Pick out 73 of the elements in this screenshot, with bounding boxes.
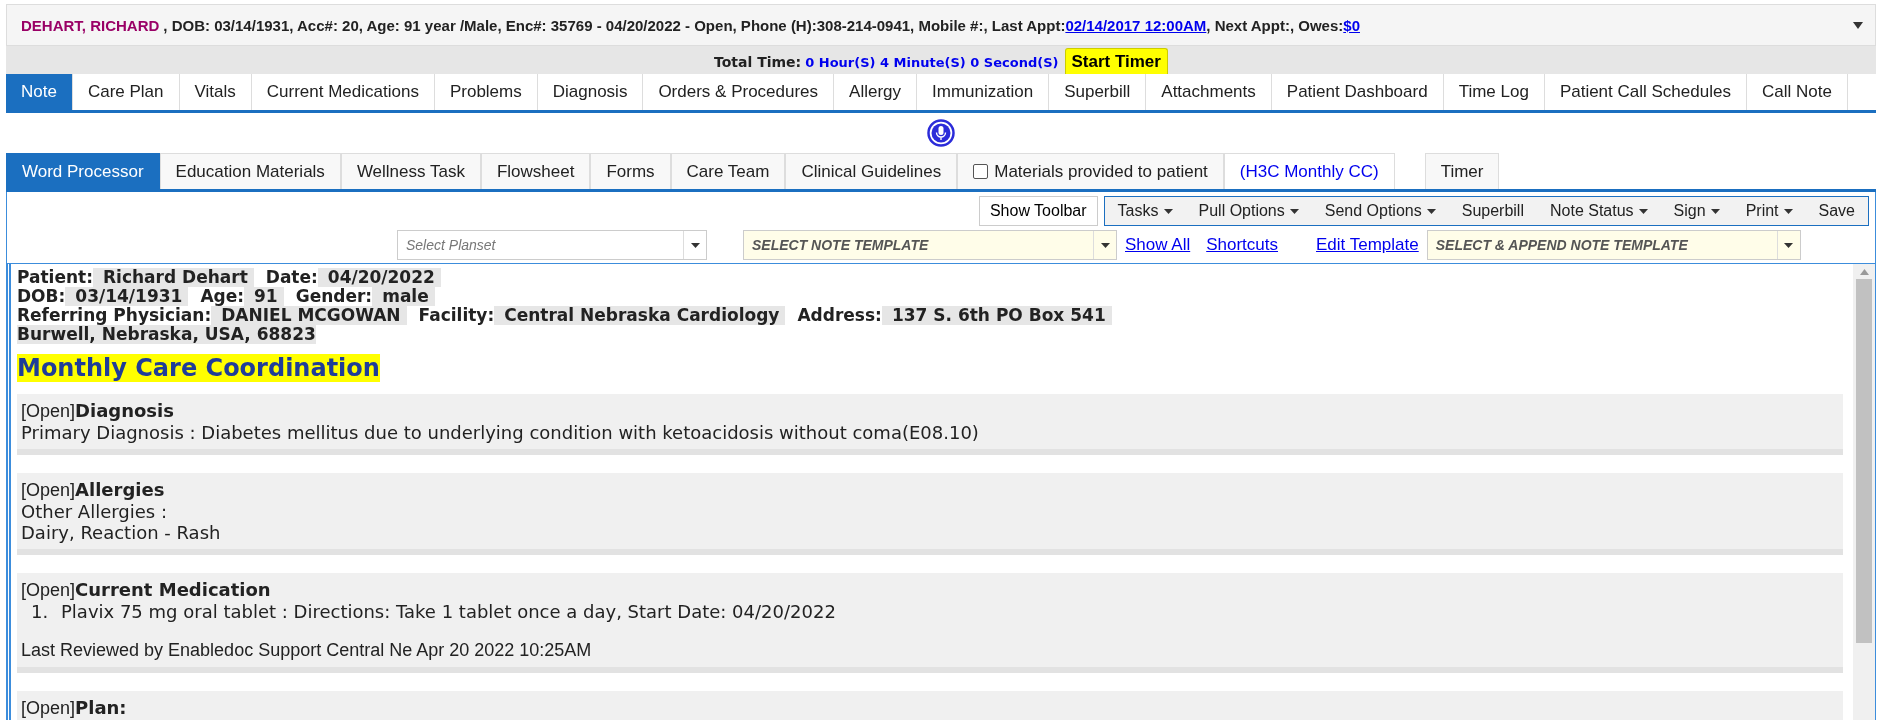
section-status: [Open] xyxy=(21,698,76,718)
tab[interactable]: Forms xyxy=(590,153,671,189)
section-text: Dairy, Reaction - Rash xyxy=(21,522,222,543)
list-number: 1. xyxy=(31,601,50,622)
section-title: Current Medication xyxy=(75,579,271,600)
scrollbar[interactable] xyxy=(1853,264,1875,720)
caret-icon xyxy=(690,242,700,248)
template-link[interactable]: Show All xyxy=(1125,235,1191,255)
owes-link[interactable]: $0 xyxy=(1343,16,1360,34)
field-label: Gender: xyxy=(295,287,373,306)
field-value: Burwell, Nebraska, USA, 68823 xyxy=(17,325,316,344)
tab[interactable]: Word Processor xyxy=(6,153,160,189)
toolbar-button[interactable]: Note Status xyxy=(1537,199,1661,223)
toolbar-button[interactable]: Print xyxy=(1732,199,1806,223)
toolbar-button[interactable]: Pull Options xyxy=(1185,199,1312,223)
planset-select[interactable]: Select Planset xyxy=(397,230,707,260)
field-value: 03/14/1931 xyxy=(65,287,189,306)
tab[interactable]: Education Materials xyxy=(159,153,341,189)
toolbar-button[interactable]: Send Options xyxy=(1311,199,1449,223)
field-label: Age: xyxy=(200,287,245,306)
field-value: Central Nebraska Cardiology xyxy=(494,306,786,325)
note-title: Monthly Care Coordination xyxy=(17,354,380,382)
field-value: Richard Dehart xyxy=(93,268,254,287)
start-timer-button[interactable]: Start Timer xyxy=(1064,48,1168,74)
toolbar-button[interactable]: Save xyxy=(1805,199,1868,223)
tab[interactable]: Timer xyxy=(1424,153,1500,189)
total-time-label: Total Time: xyxy=(714,54,802,70)
toolbar-button[interactable]: Sign xyxy=(1660,199,1733,223)
caret-icon xyxy=(1100,242,1110,248)
section-text: Other Allergies : xyxy=(21,501,168,522)
show-toolbar-button[interactable]: Show Toolbar xyxy=(978,196,1098,226)
section-text: Primary Diagnosis : Diabetes mellitus due to underlying condition with ketoacidosis without coma(E08.10) xyxy=(21,422,980,443)
section-status: [Open] xyxy=(21,580,76,600)
field-label: Patient: xyxy=(17,268,93,287)
section-status: [Open] xyxy=(21,480,76,500)
caret-icon xyxy=(1784,242,1794,248)
last-appt-link[interactable]: 02/14/2017 12:00AM xyxy=(1065,16,1207,34)
note-template-select[interactable]: SELECT NOTE TEMPLATE xyxy=(743,230,1117,260)
tab[interactable]: Care Team xyxy=(670,153,786,189)
tab[interactable]: Flowsheet xyxy=(480,153,591,189)
microphone-icon[interactable] xyxy=(927,119,955,147)
toolbar-button[interactable]: Tasks xyxy=(1104,199,1186,223)
field-value: 91 xyxy=(244,287,284,306)
template-link[interactable]: Shortcuts xyxy=(1206,235,1278,255)
field-value: 04/20/2022 xyxy=(317,268,441,287)
section-status: [Open] xyxy=(21,401,76,421)
field-label: Address: xyxy=(797,306,882,325)
field-label: Referring Physician: xyxy=(17,306,212,325)
section-title: Allergies xyxy=(75,479,165,500)
list-item-text: Plavix 75 mg oral tablet : Directions: Take 1 tablet once a day, Start Date: 04/20/2022 xyxy=(61,601,836,622)
section-title: Diagnosis xyxy=(75,400,174,421)
patient-details: , DOB: 03/14/1931, Acc#: 20, Age: 91 year /Male, Enc#: 35769 - 04/20/2022 - Open, Phone (H):308-214-0941, Mobile #:, Last Appt: xyxy=(163,16,1066,34)
tab[interactable]: Wellness Task xyxy=(340,153,481,189)
checkbox-label: Materials provided to patient xyxy=(994,161,1208,182)
section-title: Plan: xyxy=(75,697,127,718)
plan-link[interactable]: (H3C Monthly CC) xyxy=(1223,153,1395,189)
field-value: 137 S. 6th PO Box 541 xyxy=(881,306,1112,325)
total-time-value: 0 Hour(S) 4 Minute(S) 0 Second(S) xyxy=(805,55,1059,70)
field-value: DANIEL MCGOWAN xyxy=(211,306,407,325)
review-note: Last Reviewed by Enabledoc Support Central Ne Apr 20 2022 10:25AM xyxy=(21,640,593,661)
tab[interactable]: Clinical Guidelines xyxy=(785,153,958,189)
next-appt-text: , Next Appt:, Owes: xyxy=(1206,16,1344,34)
field-label: Facility: xyxy=(418,306,495,325)
field-value: male xyxy=(372,287,435,306)
tab[interactable]: Note xyxy=(6,74,73,110)
patient-name: DEHART, RICHARD xyxy=(21,16,160,34)
field-label: DOB: xyxy=(17,287,66,306)
expand-caret-icon[interactable] xyxy=(1853,21,1863,29)
toolbar-button[interactable]: Superbill xyxy=(1448,199,1537,223)
field-label: Date: xyxy=(265,268,318,287)
append-template-select[interactable]: SELECT & APPEND NOTE TEMPLATE xyxy=(1426,230,1801,260)
template-link[interactable]: Edit Template xyxy=(1316,235,1419,255)
checkbox[interactable] xyxy=(973,164,989,179)
